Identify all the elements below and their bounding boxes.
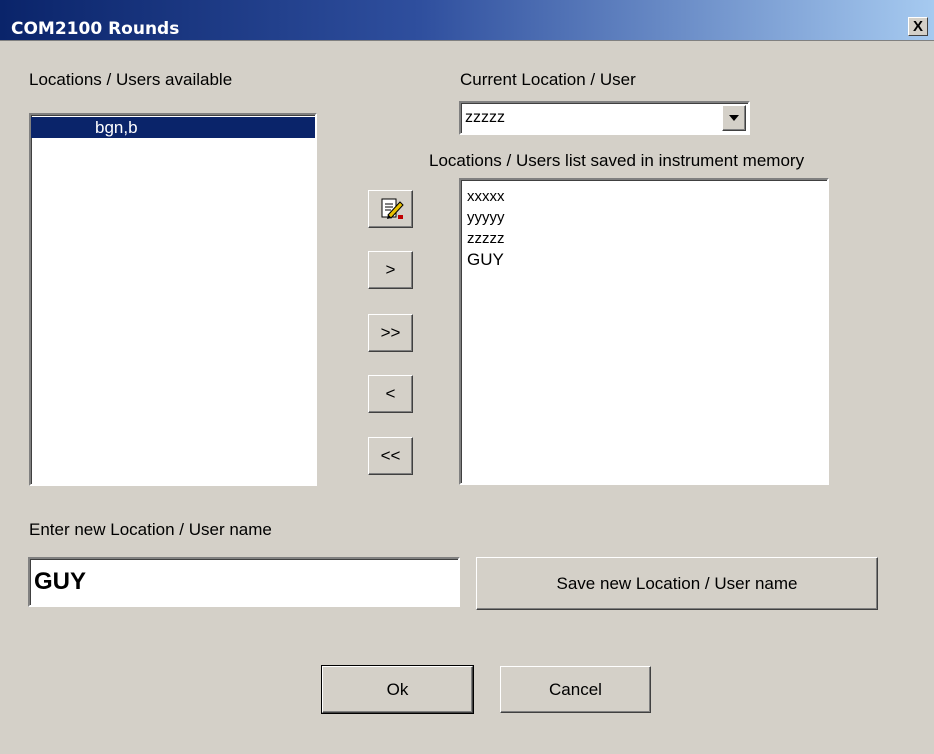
save-new-entry-button[interactable]: Save new Location / User name (476, 557, 878, 610)
edit-button[interactable] (368, 190, 413, 228)
close-icon: X (912, 18, 923, 35)
close-button[interactable]: X (908, 17, 928, 36)
saved-listbox[interactable]: xxxxx yyyyy zzzzz GUY (459, 178, 829, 485)
window-title: COM2100 Rounds (11, 19, 180, 39)
list-item-label: bgn,b (95, 118, 138, 137)
new-entry-input[interactable]: GUY (28, 557, 460, 607)
move-all-left-button[interactable]: << (368, 437, 413, 475)
current-location-label: Current Location / User (460, 70, 636, 89)
current-location-value: zzzzz (465, 109, 505, 126)
available-list-label: Locations / Users available (29, 70, 233, 89)
dropdown-button[interactable] (722, 105, 746, 131)
current-location-select[interactable]: zzzzz (459, 101, 750, 135)
saved-list-label: Locations / Users list saved in instrume… (429, 151, 805, 170)
list-item[interactable]: bgn,b (31, 117, 315, 138)
new-entry-value: GUY (34, 568, 87, 595)
list-item[interactable]: xxxxx (461, 186, 827, 207)
available-listbox[interactable]: bgn,b (29, 113, 317, 486)
list-item[interactable]: GUY (461, 249, 827, 270)
move-one-right-button[interactable]: > (368, 251, 413, 289)
move-all-right-button[interactable]: >> (368, 314, 413, 352)
ok-button[interactable]: Ok (321, 665, 474, 714)
cancel-button[interactable]: Cancel (500, 666, 651, 713)
list-item[interactable]: zzzzz (461, 228, 827, 249)
move-one-left-button[interactable]: < (368, 375, 413, 413)
edit-pencil-icon (381, 198, 404, 219)
list-item[interactable]: yyyyy (461, 207, 827, 228)
chevron-down-icon (729, 115, 739, 121)
new-entry-label: Enter new Location / User name (29, 520, 272, 539)
